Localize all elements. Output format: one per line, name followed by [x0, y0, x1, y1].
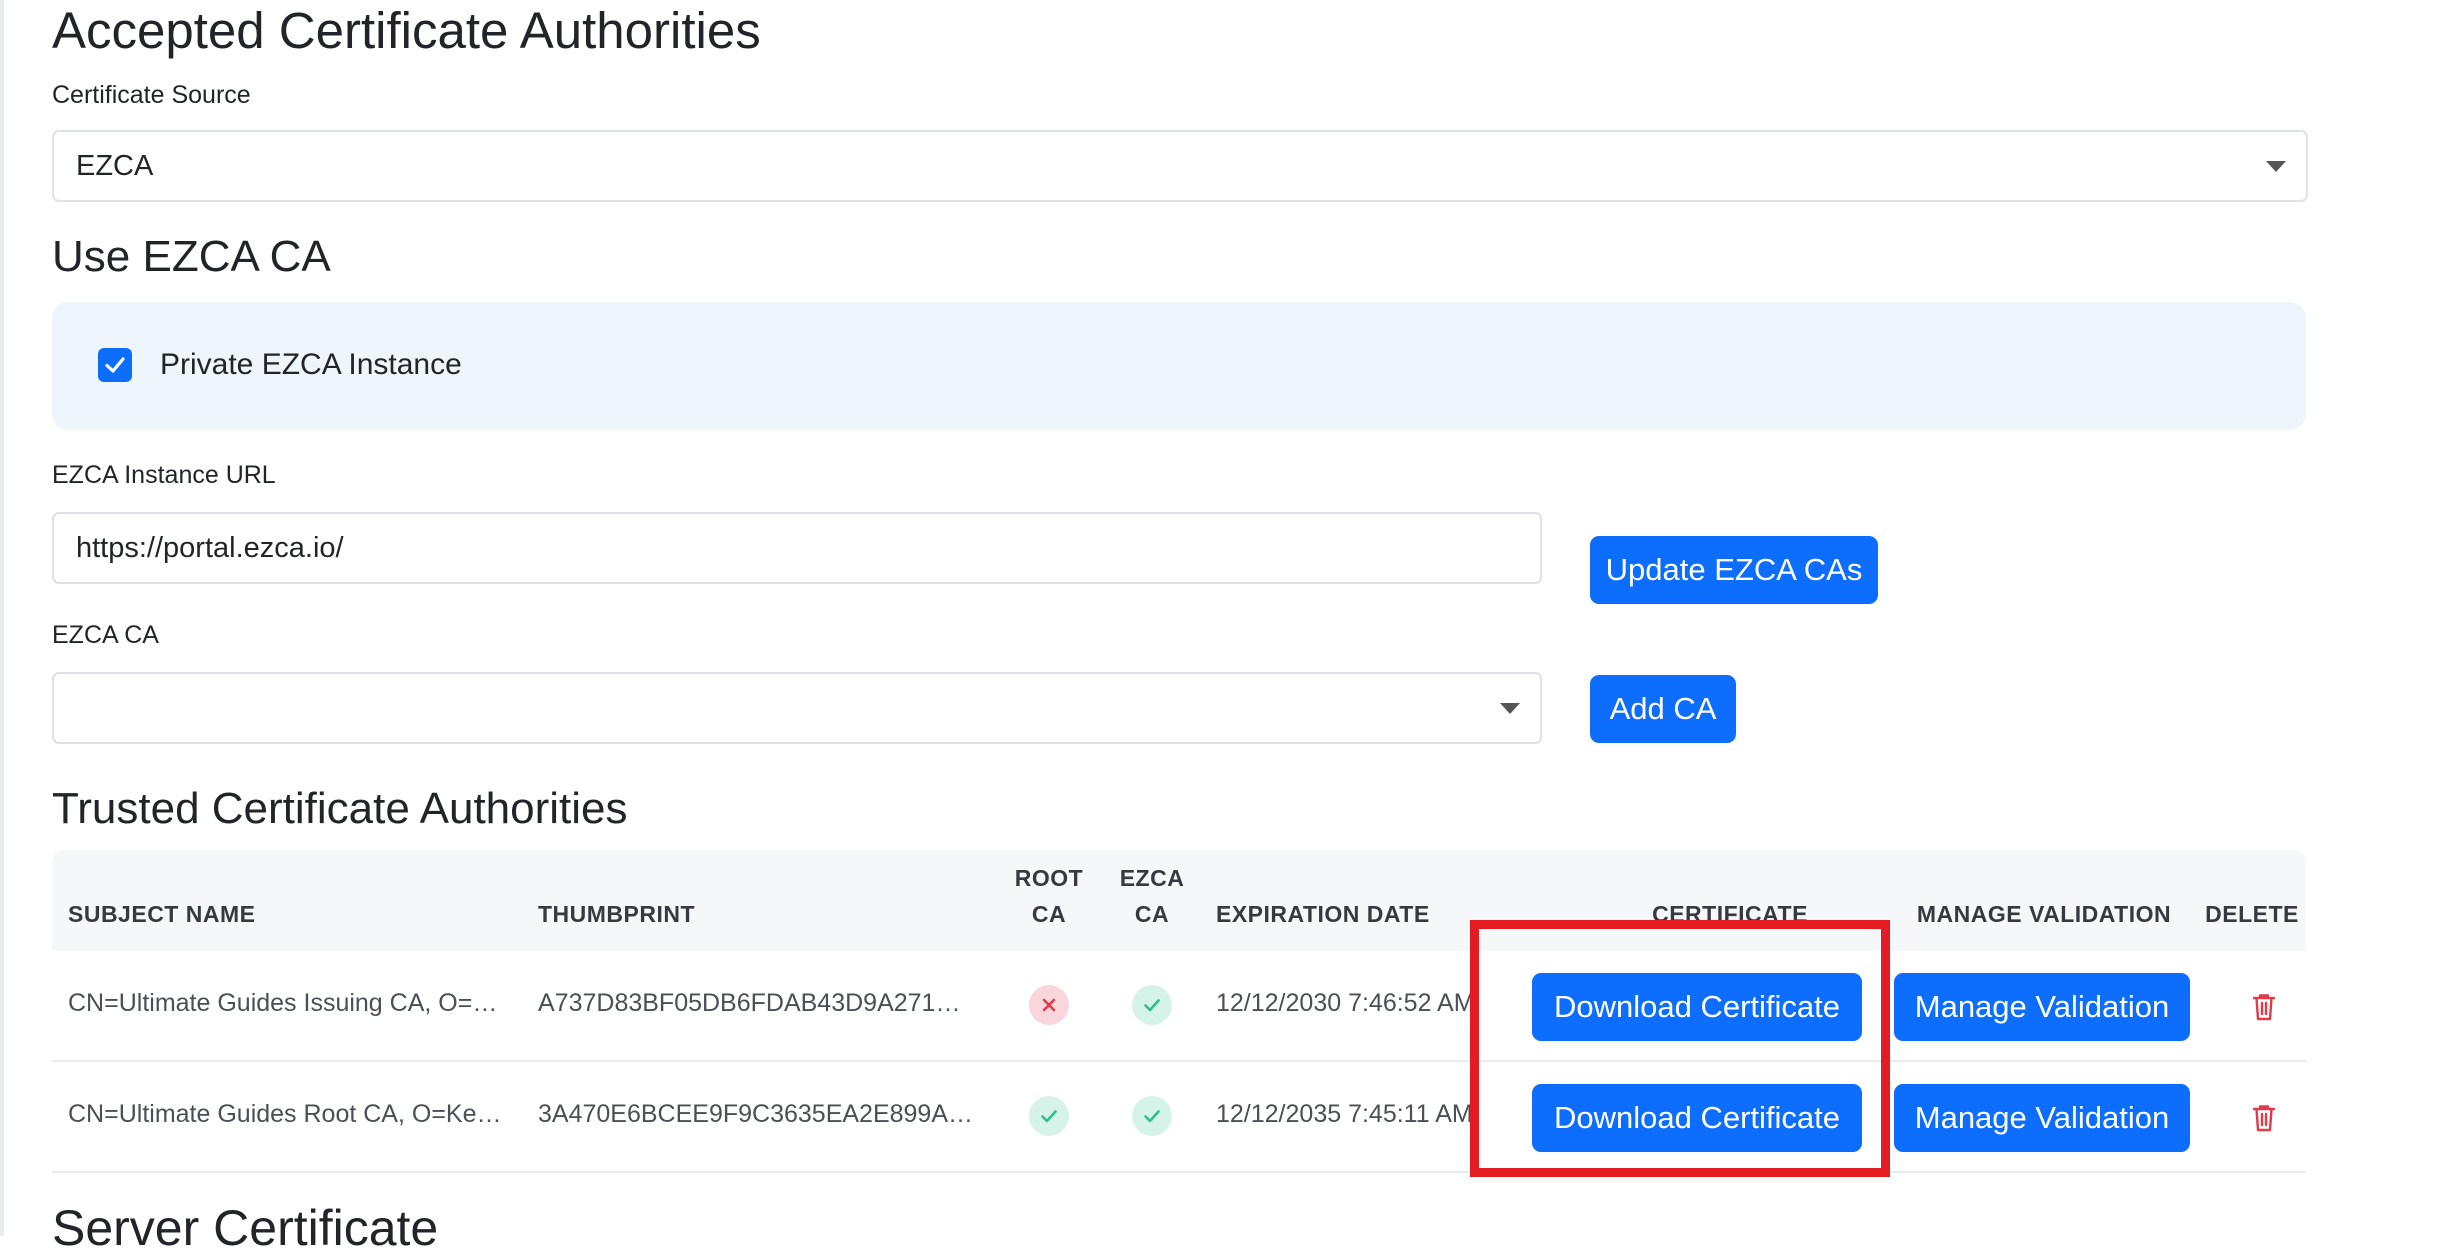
header-manage-validation: MANAGE VALIDATION	[1916, 901, 2172, 927]
expiration-cell: 12/12/2030 7:46:52 AM	[1216, 989, 1475, 1017]
check-icon	[105, 357, 125, 373]
ezca-ca-yes-icon	[1132, 1096, 1172, 1136]
add-ca-button[interactable]: Add CA	[1590, 675, 1736, 743]
update-ezca-cas-button[interactable]: Update EZCA CAs	[1590, 536, 1878, 604]
ezca-ca-label: EZCA CA	[52, 621, 159, 649]
thumbprint-cell: 3A470E6BCEE9F9C3635EA2E899A…	[538, 1100, 974, 1128]
header-expiration-date: EXPIRATION DATE	[1216, 901, 1430, 927]
thumbprint-cell: A737D83BF05DB6FDAB43D9A271…	[538, 989, 961, 1017]
trash-icon[interactable]	[2252, 1104, 2276, 1132]
header-root-ca: ROOT CA	[1006, 860, 1092, 932]
table-row: CN=Ultimate Guides Root CA, O=Ke… 3A470E…	[52, 1062, 2306, 1173]
certificate-source-select[interactable]: EZCA	[52, 130, 2308, 202]
ezca-ca-select[interactable]	[52, 672, 1542, 744]
table-row: CN=Ultimate Guides Issuing CA, O=… A737D…	[52, 951, 2306, 1062]
root-ca-no-icon	[1029, 985, 1069, 1025]
private-instance-checkbox[interactable]	[98, 348, 132, 382]
manage-validation-button[interactable]: Manage Validation	[1894, 1084, 2190, 1152]
header-thumbprint: THUMBPRINT	[538, 901, 696, 927]
instance-url-input[interactable]: https://portal.ezca.io/	[52, 512, 1542, 584]
table-header: SUBJECT NAME THUMBPRINT ROOT CA EZCA CA …	[52, 850, 2306, 951]
server-certificate-title: Server Certificate	[52, 1200, 439, 1256]
page-title: Accepted Certificate Authorities	[52, 2, 761, 59]
private-instance-panel: Private EZCA Instance	[52, 302, 2306, 430]
use-ezca-title: Use EZCA CA	[52, 232, 331, 281]
manage-validation-button[interactable]: Manage Validation	[1894, 973, 2190, 1041]
download-certificate-button[interactable]: Download Certificate	[1532, 1084, 1862, 1152]
header-ezca-ca-line2: CA	[1134, 901, 1170, 927]
root-ca-yes-icon	[1029, 1096, 1069, 1136]
header-root-ca-line2: CA	[1031, 901, 1067, 927]
certificate-source-value: EZCA	[76, 149, 154, 182]
header-certificate: CERTIFICATE	[1652, 901, 1808, 927]
expiration-cell: 12/12/2035 7:45:11 AM	[1216, 1100, 1473, 1128]
instance-url-label: EZCA Instance URL	[52, 461, 276, 489]
ezca-ca-yes-icon	[1132, 985, 1172, 1025]
download-certificate-button[interactable]: Download Certificate	[1532, 973, 1862, 1041]
header-ezca-ca-line1: EZCA	[1119, 865, 1185, 891]
header-delete: DELETE	[2205, 901, 2299, 927]
certificate-source-label: Certificate Source	[52, 81, 251, 109]
header-subject-name: SUBJECT NAME	[68, 901, 256, 927]
trash-icon[interactable]	[2252, 993, 2276, 1021]
trusted-cas-title: Trusted Certificate Authorities	[52, 784, 628, 833]
header-root-ca-line1: ROOT	[1014, 865, 1084, 891]
private-instance-label: Private EZCA Instance	[160, 348, 462, 381]
instance-url-value: https://portal.ezca.io/	[76, 531, 344, 564]
subject-name-cell: CN=Ultimate Guides Root CA, O=Ke…	[68, 1100, 502, 1128]
subject-name-cell: CN=Ultimate Guides Issuing CA, O=…	[68, 989, 498, 1017]
left-border	[0, 0, 4, 1236]
chevron-down-icon	[1500, 703, 1520, 714]
header-ezca-ca: EZCA CA	[1112, 860, 1192, 932]
chevron-down-icon	[2266, 161, 2286, 172]
trusted-cas-table: SUBJECT NAME THUMBPRINT ROOT CA EZCA CA …	[52, 850, 2306, 1173]
